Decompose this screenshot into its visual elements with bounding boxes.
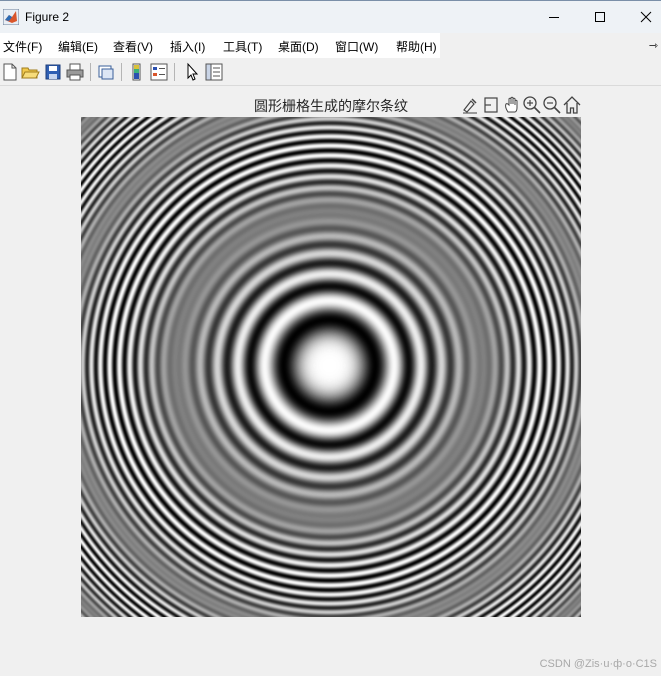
- menu-bar: 文件(F) 编辑(E) 查看(V) 插入(I) 工具(T) 桌面(D) 窗口(W…: [0, 33, 661, 58]
- zoom-out-icon[interactable]: [542, 95, 562, 115]
- edit-plot-icon[interactable]: [182, 62, 202, 82]
- menu-edit[interactable]: 编辑(E): [58, 38, 98, 55]
- property-inspector-icon[interactable]: [204, 62, 224, 82]
- data-tips-icon[interactable]: [481, 95, 501, 115]
- home-icon[interactable]: [562, 95, 582, 115]
- open-icon[interactable]: [20, 62, 40, 82]
- toolbar-separator: [174, 63, 175, 81]
- menu-help[interactable]: 帮助(H): [396, 38, 437, 55]
- watermark: CSDN @Zis·u·ф·o·C1S: [539, 658, 657, 670]
- print-icon[interactable]: [65, 62, 85, 82]
- title-bar: Figure 2: [0, 0, 661, 33]
- save-icon[interactable]: [43, 62, 63, 82]
- close-button[interactable]: [623, 1, 661, 33]
- toolbar-separator: [121, 63, 122, 81]
- insert-colorbar-icon[interactable]: [127, 62, 147, 82]
- plot-title: 圆形栅格生成的摩尔条纹: [254, 99, 408, 115]
- menu-tools[interactable]: 工具(T): [223, 38, 262, 55]
- new-figure-icon[interactable]: [0, 62, 20, 82]
- moire-image[interactable]: [81, 117, 581, 617]
- maximize-button[interactable]: [577, 1, 623, 33]
- maximize-icon: [595, 12, 605, 22]
- toolbar-separator: [90, 63, 91, 81]
- minimize-icon: [549, 17, 559, 18]
- matlab-logo-icon: [3, 9, 19, 25]
- menu-insert[interactable]: 插入(I): [170, 38, 205, 55]
- zoom-in-icon[interactable]: [522, 95, 542, 115]
- brush-icon[interactable]: [460, 95, 480, 115]
- menu-view[interactable]: 查看(V): [113, 38, 153, 55]
- menu-overflow-arrow-icon[interactable]: ⇾: [649, 39, 658, 52]
- link-plot-icon[interactable]: [96, 62, 116, 82]
- menu-strip: 文件(F) 编辑(E) 查看(V) 插入(I) 工具(T) 桌面(D) 窗口(W…: [0, 33, 440, 58]
- minimize-button[interactable]: [531, 1, 577, 33]
- pan-icon[interactable]: [502, 95, 522, 115]
- menu-desktop[interactable]: 桌面(D): [278, 38, 319, 55]
- window-title: Figure 2: [25, 10, 70, 24]
- insert-legend-icon[interactable]: [149, 62, 169, 82]
- close-icon: [640, 11, 652, 23]
- menu-file[interactable]: 文件(F): [3, 38, 42, 55]
- figure-toolbar: [0, 59, 661, 86]
- menu-window[interactable]: 窗口(W): [335, 38, 378, 55]
